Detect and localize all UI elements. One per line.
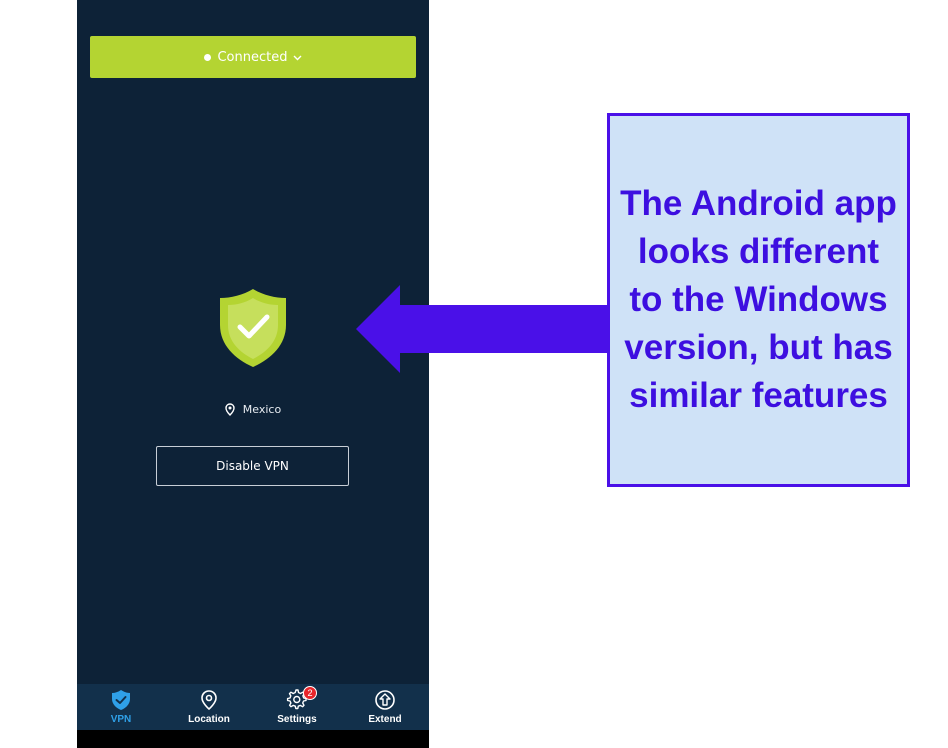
nav-label-extend: Extend (368, 714, 402, 725)
pointer-arrow-icon (356, 285, 610, 373)
extend-arrow-icon (374, 688, 396, 712)
location-name: Mexico (242, 403, 282, 416)
nav-label-settings: Settings (277, 714, 317, 725)
nav-item-vpn[interactable]: VPN (77, 684, 165, 730)
nav-item-settings[interactable]: 2 Settings (253, 684, 341, 730)
gear-icon: 2 (286, 686, 317, 712)
nav-label-vpn: VPN (110, 714, 132, 725)
status-dot-icon (204, 53, 212, 61)
callout-text: The Android app looks different to the W… (620, 184, 897, 415)
location-pin-icon (200, 688, 218, 712)
protected-shield-icon (217, 287, 289, 369)
annotation-callout: The Android app looks different to the W… (607, 113, 910, 487)
system-nav-bar (77, 730, 429, 748)
nav-item-location[interactable]: Location (165, 684, 253, 730)
settings-notification-badge: 2 (303, 686, 317, 700)
location-pin-icon (225, 403, 235, 416)
chevron-down-icon (293, 50, 302, 65)
connection-status-button[interactable]: Connected (90, 36, 416, 78)
shield-check-icon (111, 688, 131, 712)
bottom-navigation: VPN Location 2 Settings Extend (77, 684, 429, 730)
disable-vpn-button[interactable]: Disable VPN (156, 446, 349, 486)
connection-status-label: Connected (217, 49, 288, 65)
nav-item-extend[interactable]: Extend (341, 684, 429, 730)
current-location: Mexico (77, 403, 429, 416)
nav-label-location: Location (188, 714, 230, 725)
